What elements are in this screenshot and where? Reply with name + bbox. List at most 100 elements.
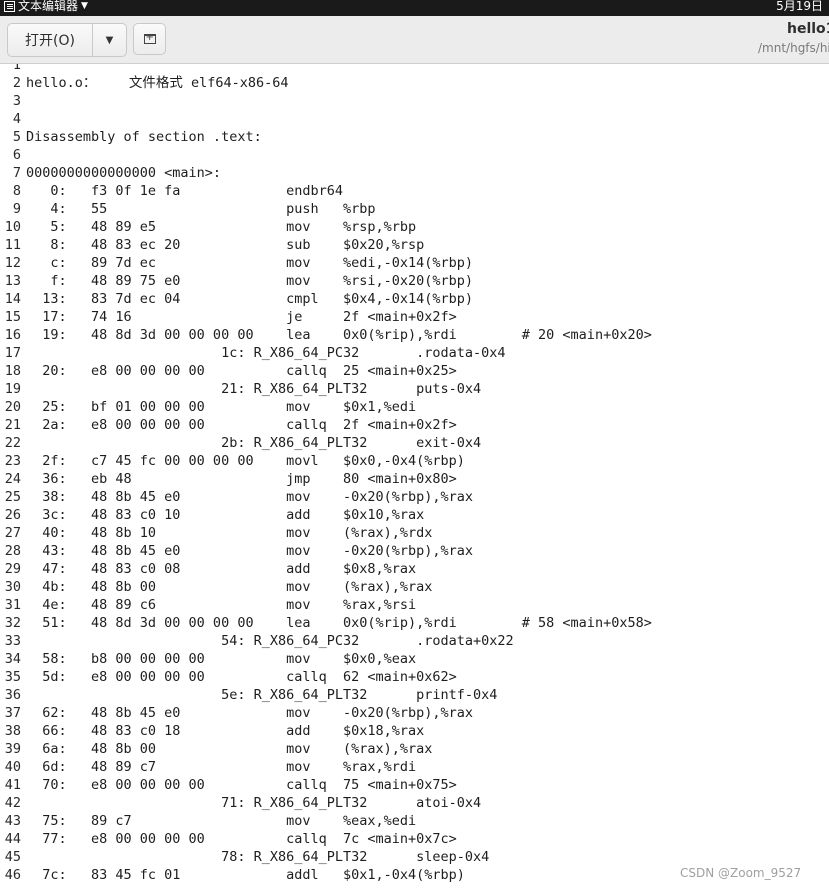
line-number: 21 <box>4 417 21 433</box>
line-number: 1 <box>12 64 21 73</box>
line-text: 38: 48 8b 45 e0 mov -0x20(%rbp),%rax <box>26 489 474 505</box>
line-number: 6 <box>12 147 21 163</box>
line-number: 39 <box>4 741 21 757</box>
line-number: 35 <box>4 669 21 685</box>
line-number: 34 <box>4 651 21 667</box>
line-text: 54: R_X86_64_PC32 .rodata+0x22 <box>26 633 514 649</box>
line-text: hello.o： 文件格式 elf64-x86-64 <box>26 75 289 91</box>
line-text: 20: e8 00 00 00 00 callq 25 <main+0x25> <box>26 363 457 379</box>
document-path: /mnt/hgfs/hi <box>758 41 829 55</box>
line-text: 43: 48 8b 45 e0 mov -0x20(%rbp),%rax <box>26 543 474 559</box>
line-number: 28 <box>4 543 21 559</box>
line-text: 47: 48 83 c0 08 add $0x8,%rax <box>26 561 417 577</box>
open-button[interactable]: 打开(O) <box>7 23 92 57</box>
line-text: 7c: 83 45 fc 01 addl $0x1,-0x4(%rbp) <box>26 867 465 883</box>
line-number: 2 <box>12 75 21 91</box>
app-menu[interactable]: 文本编辑器 ▼ <box>4 0 88 14</box>
line-text: 62: 48 8b 45 e0 mov -0x20(%rbp),%rax <box>26 705 474 721</box>
caret-down-icon: ▼ <box>81 1 88 11</box>
line-text: 5d: e8 00 00 00 00 callq 62 <main+0x62> <box>26 669 457 685</box>
system-top-bar: 文本编辑器 ▼ 5月19日 <box>0 0 829 16</box>
line-number: 32 <box>4 615 21 631</box>
line-text: 0: f3 0f 1e fa endbr64 <box>26 183 343 199</box>
app-name: 文本编辑器 <box>18 0 79 13</box>
line-number: 44 <box>4 831 21 847</box>
line-text: 17: 74 16 je 2f <main+0x2f> <box>26 309 457 325</box>
line-text: 77: e8 00 00 00 00 callq 7c <main+0x7c> <box>26 831 457 847</box>
line-text: 1c: R_X86_64_PC32 .rodata-0x4 <box>26 345 506 361</box>
watermark: CSDN @Zoom_9527 <box>680 866 802 880</box>
line-number: 25 <box>4 489 21 505</box>
line-text: 5: 48 89 e5 mov %rsp,%rbp <box>26 219 417 235</box>
line-text: 75: 89 c7 mov %eax,%edi <box>26 813 417 829</box>
line-number: 40 <box>4 759 21 775</box>
text-editor-area[interactable]: 1 2 hello.o： 文件格式 elf64-x86-64 3 4 5 Disassemb… <box>0 64 829 891</box>
line-number: 30 <box>4 579 21 595</box>
line-text: Disassembly of section .text: <box>26 129 262 145</box>
text-editor-icon <box>4 0 15 12</box>
line-text: 0000000000000000 <main>: <box>26 165 222 181</box>
line-number: 3 <box>12 93 21 109</box>
line-text: 3c: 48 83 c0 10 add $0x10,%rax <box>26 507 425 523</box>
line-number: 26 <box>4 507 21 523</box>
line-number: 20 <box>4 399 21 415</box>
line-number: 23 <box>4 453 21 469</box>
line-number: 45 <box>4 849 21 865</box>
line-text: 5e: R_X86_64_PLT32 printf-0x4 <box>26 687 498 703</box>
header-bar: 打开(O) ▼ hello1 /mnt/hgfs/hi <box>0 16 829 64</box>
line-number: 29 <box>4 561 21 577</box>
line-text: 6a: 48 8b 00 mov (%rax),%rax <box>26 741 433 757</box>
line-number: 37 <box>4 705 21 721</box>
line-number: 22 <box>4 435 21 451</box>
line-number: 15 <box>4 309 21 325</box>
line-number: 17 <box>4 345 21 361</box>
line-number: 13 <box>4 273 21 289</box>
line-text: 21: R_X86_64_PLT32 puts-0x4 <box>26 381 482 397</box>
line-text: 2b: R_X86_64_PLT32 exit-0x4 <box>26 435 482 451</box>
line-number: 8 <box>12 183 21 199</box>
line-text: 19: 48 8d 3d 00 00 00 00 lea 0x0(%rip),%… <box>26 327 652 343</box>
line-text: c: 89 7d ec mov %edi,-0x14(%rbp) <box>26 255 474 271</box>
line-number: 14 <box>4 291 21 307</box>
line-text: 4: 55 push %rbp <box>26 201 376 217</box>
line-number: 42 <box>4 795 21 811</box>
line-text: 13: 83 7d ec 04 cmpl $0x4,-0x14(%rbp) <box>26 291 474 307</box>
line-text: 36: eb 48 jmp 80 <main+0x80> <box>26 471 457 487</box>
line-text: 40: 48 8b 10 mov (%rax),%rdx <box>26 525 433 541</box>
line-number: 19 <box>4 381 21 397</box>
line-text: 8: 48 83 ec 20 sub $0x20,%rsp <box>26 237 425 253</box>
line-text: f: 48 89 75 e0 mov %rsi,-0x20(%rbp) <box>26 273 474 289</box>
line-number: 9 <box>12 201 21 217</box>
line-number: 27 <box>4 525 21 541</box>
new-tab-icon <box>143 32 156 44</box>
line-number: 12 <box>4 255 21 271</box>
document-title: hello1 <box>787 21 829 37</box>
line-number: 24 <box>4 471 21 487</box>
line-number: 10 <box>4 219 21 235</box>
line-number: 33 <box>4 633 21 649</box>
line-text: 2f: c7 45 fc 00 00 00 00 movl $0x0,-0x4(… <box>26 453 465 469</box>
line-number: 16 <box>4 327 21 343</box>
line-text: 78: R_X86_64_PLT32 sleep-0x4 <box>26 849 490 865</box>
line-number: 38 <box>4 723 21 739</box>
line-number: 31 <box>4 597 21 613</box>
line-text: 58: b8 00 00 00 00 mov $0x0,%eax <box>26 651 417 667</box>
line-text: 66: 48 83 c0 18 add $0x18,%rax <box>26 723 425 739</box>
line-number: 18 <box>4 363 21 379</box>
line-number: 7 <box>12 165 21 181</box>
line-number: 36 <box>4 687 21 703</box>
clock[interactable]: 5月19日 <box>776 0 823 14</box>
line-text: 51: 48 8d 3d 00 00 00 00 lea 0x0(%rip),%… <box>26 615 652 631</box>
new-document-button[interactable] <box>133 23 166 55</box>
open-menu-button[interactable]: ▼ <box>92 23 127 57</box>
line-text: 71: R_X86_64_PLT32 atoi-0x4 <box>26 795 482 811</box>
chevron-down-icon: ▼ <box>105 34 114 46</box>
line-text: 2a: e8 00 00 00 00 callq 2f <main+0x2f> <box>26 417 457 433</box>
open-button-group: 打开(O) ▼ <box>7 23 127 57</box>
line-number: 43 <box>4 813 21 829</box>
line-text: 70: e8 00 00 00 00 callq 75 <main+0x75> <box>26 777 457 793</box>
line-text: 6d: 48 89 c7 mov %rax,%rdi <box>26 759 417 775</box>
line-number: 11 <box>4 237 21 253</box>
line-text: 4b: 48 8b 00 mov (%rax),%rax <box>26 579 433 595</box>
line-text: 25: bf 01 00 00 00 mov $0x1,%edi <box>26 399 417 415</box>
